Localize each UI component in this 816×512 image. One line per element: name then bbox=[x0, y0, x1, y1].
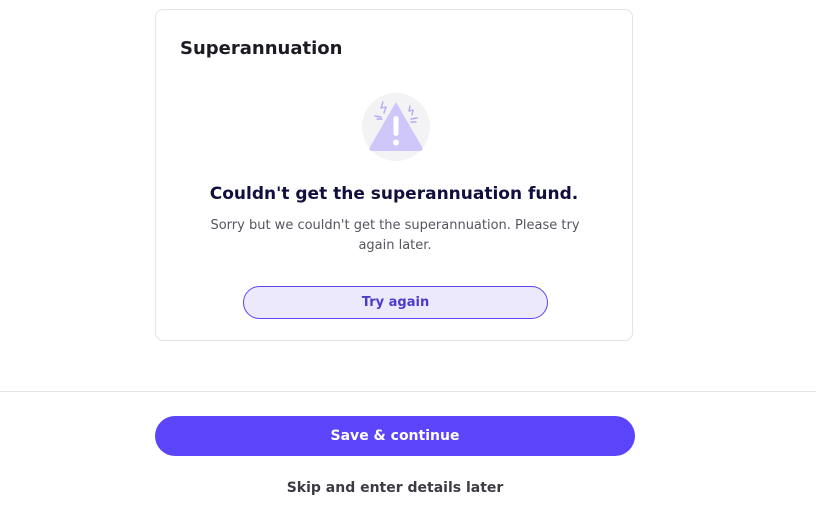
save-continue-button[interactable]: Save & continue bbox=[155, 416, 635, 456]
skip-link[interactable]: Skip and enter details later bbox=[155, 480, 635, 496]
error-heading: Couldn't get the superannuation fund. bbox=[209, 184, 579, 204]
page: Superannuation Couldn't get the superann… bbox=[0, 0, 816, 512]
try-again-button[interactable]: Try again bbox=[243, 286, 548, 319]
superannuation-card: Superannuation Couldn't get the superann… bbox=[155, 9, 633, 341]
error-message: Sorry but we couldn't get the superannua… bbox=[210, 218, 580, 253]
warning-triangle-icon bbox=[361, 92, 431, 162]
card-title: Superannuation bbox=[180, 38, 343, 59]
divider bbox=[0, 391, 816, 392]
